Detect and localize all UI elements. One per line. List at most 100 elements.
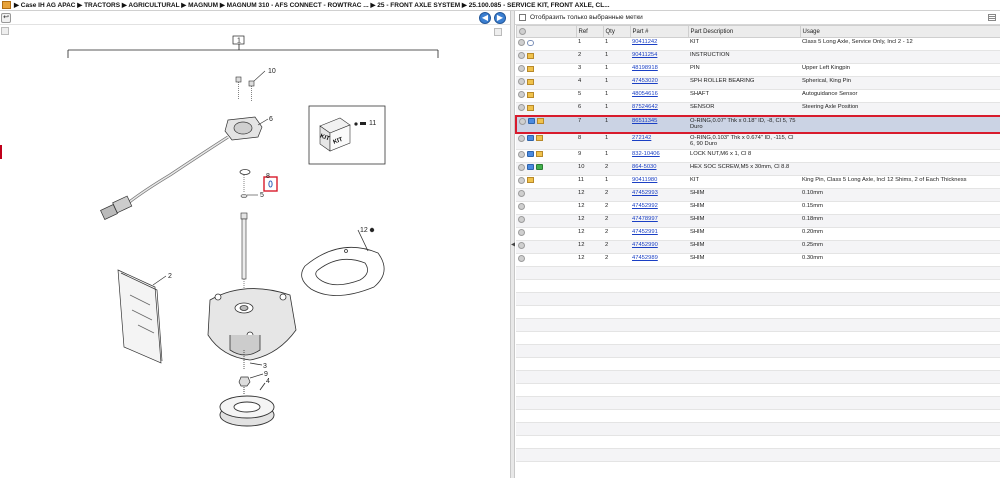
part-number-link[interactable]: 47453020	[632, 78, 658, 84]
part-info-icon[interactable]	[527, 52, 534, 59]
table-row[interactable]: 12 2 47452991 SHIM 0.20mm	[516, 227, 1000, 241]
table-row[interactable]: 12 2 47452993 SHIM 0.10mm	[516, 188, 1000, 202]
part-number-link[interactable]: 90411254	[632, 52, 657, 58]
column-header-part[interactable]: Part #	[629, 25, 689, 38]
settings-icon[interactable]	[518, 27, 526, 35]
sensor-6[interactable]	[100, 116, 269, 220]
table-row[interactable]: 6 1 87524642 SENSOR Steering Axle Position	[516, 102, 1000, 116]
instruction-book-2[interactable]	[117, 269, 167, 364]
callout-4[interactable]: 4	[266, 378, 270, 385]
add-to-cart-icon[interactable]	[518, 202, 525, 210]
table-row[interactable]: 10 2 864-5030 HEX SOC SCREW,M5 x 30mm, Cl 8…	[516, 162, 1000, 176]
add-to-cart-icon[interactable]	[518, 39, 525, 46]
callout-1[interactable]: 1	[237, 38, 241, 45]
add-to-cart-icon[interactable]	[518, 52, 525, 59]
lock-nut-9[interactable]	[238, 373, 264, 387]
bearing-4[interactable]	[219, 382, 275, 427]
part-info-icon[interactable]	[527, 78, 534, 85]
blue-info-icon[interactable]	[528, 118, 535, 124]
part-number-link[interactable]: 47452992	[632, 203, 658, 209]
callout-6[interactable]: 6	[269, 116, 273, 123]
add-to-cart-icon[interactable]	[518, 134, 525, 142]
add-to-cart-icon[interactable]	[518, 176, 525, 184]
breadcrumb[interactable]: ▶ Case IH AG APAC ▶ TRACTORS ▶ AGRICULTU…	[14, 1, 610, 9]
shim-12[interactable]	[301, 227, 385, 296]
part-number-link[interactable]: 864-5030	[632, 164, 657, 170]
part-number-link[interactable]: 47452993	[632, 190, 658, 196]
table-row[interactable]: 5 1 48054616 SHAFT Autoguidance Sensor	[516, 89, 1000, 103]
kit-box-11[interactable]: KIT KIT	[308, 105, 386, 165]
part-info-icon[interactable]	[527, 104, 534, 111]
add-to-cart-icon[interactable]	[518, 104, 525, 111]
table-row[interactable]: 12 2 47452992 SHIM 0.15mm	[516, 201, 1000, 215]
add-to-cart-icon[interactable]	[518, 78, 525, 85]
add-to-cart-icon[interactable]	[518, 215, 525, 223]
shaft-5[interactable]	[240, 175, 258, 297]
part-number-link[interactable]: 48054616	[632, 91, 658, 97]
screw-10[interactable]	[235, 70, 266, 101]
table-row[interactable]: 8 1 272142 O-RING,0.103" Thk x 0.674" ID, -…	[516, 132, 1000, 150]
table-row[interactable]: 1 1 90411242 KIT Class 5 Long Axle, Service …	[516, 37, 1000, 51]
table-row[interactable]: 7 1 86511345 O-RING,0.07" Thk x 0.18" ID, -…	[515, 114, 1000, 134]
part-number-link[interactable]: 47452990	[632, 242, 658, 248]
show-selected-only-checkbox[interactable]	[519, 14, 526, 21]
part-number-link[interactable]: 90411242	[632, 39, 657, 45]
add-to-cart-icon[interactable]	[518, 163, 525, 171]
part-number-link[interactable]: 832-10406	[632, 151, 660, 157]
blue-info-icon[interactable]	[527, 135, 534, 141]
callout-2[interactable]: 2	[168, 273, 172, 280]
add-to-cart-icon[interactable]	[518, 150, 525, 158]
blue-info-icon[interactable]	[527, 164, 534, 170]
part-number-link[interactable]: 90411980	[632, 177, 657, 183]
callout-11[interactable]: 11	[369, 120, 376, 127]
part-number-link[interactable]: 48198918	[632, 65, 658, 71]
column-header-description[interactable]: Part Description	[687, 25, 801, 38]
callout-5[interactable]: 5	[260, 192, 264, 199]
table-row[interactable]: 3 1 48198918 PIN Upper Left Kingpin	[516, 63, 1000, 77]
column-header-usage[interactable]: Usage	[799, 25, 1000, 38]
add-to-cart-icon[interactable]	[518, 254, 525, 262]
add-to-cart-icon[interactable]	[518, 65, 525, 72]
part-number-link[interactable]: 86511345	[632, 118, 657, 124]
table-row[interactable]: 12 2 47452989 SHIM 0.30mm	[516, 253, 1000, 267]
back-button[interactable]: ↩	[1, 13, 11, 23]
part-number-link[interactable]: 87524642	[632, 104, 658, 110]
callout-3[interactable]: 3	[263, 363, 267, 370]
next-diagram-button[interactable]: ▶	[494, 12, 506, 24]
add-to-cart-icon[interactable]	[518, 241, 525, 249]
show-selected-only-label[interactable]: Отобразить только выбранные метки	[530, 14, 643, 21]
blue-info-icon[interactable]	[527, 151, 534, 157]
green-info-icon[interactable]	[536, 164, 543, 170]
part-info-icon[interactable]	[537, 118, 544, 124]
part-info-icon[interactable]	[527, 91, 534, 98]
exploded-diagram[interactable]: 1 10 6 KIT KIT 11 8 5 2 12 3 9 4	[0, 25, 510, 478]
home-icon[interactable]	[2, 1, 11, 9]
o-ring-8[interactable]	[239, 169, 251, 175]
part-number-link[interactable]: 47452991	[632, 229, 658, 235]
add-to-cart-icon[interactable]	[518, 91, 525, 98]
table-row[interactable]: 12 2 47478997 SHIM 0.18mm	[516, 214, 1000, 228]
part-info-icon[interactable]	[527, 177, 534, 183]
table-row[interactable]: 11 1 90411980 KIT King Pin, Class 5 Long Axl…	[516, 175, 1000, 189]
column-header-qty[interactable]: Qty	[602, 25, 631, 38]
column-header-icons[interactable]	[515, 25, 577, 38]
add-to-cart-icon[interactable]	[519, 117, 526, 125]
part-info-icon[interactable]	[536, 135, 543, 141]
part-number-link[interactable]: 47452989	[632, 255, 658, 261]
menu-icon[interactable]	[988, 14, 996, 21]
part-number-link[interactable]: 272142	[632, 135, 651, 141]
table-row[interactable]: 9 1 832-10406 LOCK NUT,M6 x 1, Cl 8	[516, 149, 1000, 163]
add-to-cart-icon[interactable]	[518, 228, 525, 236]
callout-8[interactable]: 8	[266, 173, 270, 180]
table-row[interactable]: 12 2 47452990 SHIM 0.25mm	[516, 240, 1000, 254]
table-row[interactable]: 2 1 90411254 INSTRUCTION	[516, 50, 1000, 64]
column-header-ref[interactable]: Ref	[575, 25, 604, 38]
table-row[interactable]: 4 1 47453020 SPH ROLLER BEARING Spherical, K…	[516, 76, 1000, 90]
previous-diagram-button[interactable]: ◀	[479, 12, 491, 24]
add-to-cart-icon[interactable]	[518, 189, 525, 197]
axle-housing[interactable]	[207, 288, 297, 370]
callout-9[interactable]: 9	[264, 371, 268, 378]
kit-link-icon[interactable]	[527, 39, 534, 46]
part-info-icon[interactable]	[536, 151, 543, 157]
part-info-icon[interactable]	[527, 65, 534, 72]
